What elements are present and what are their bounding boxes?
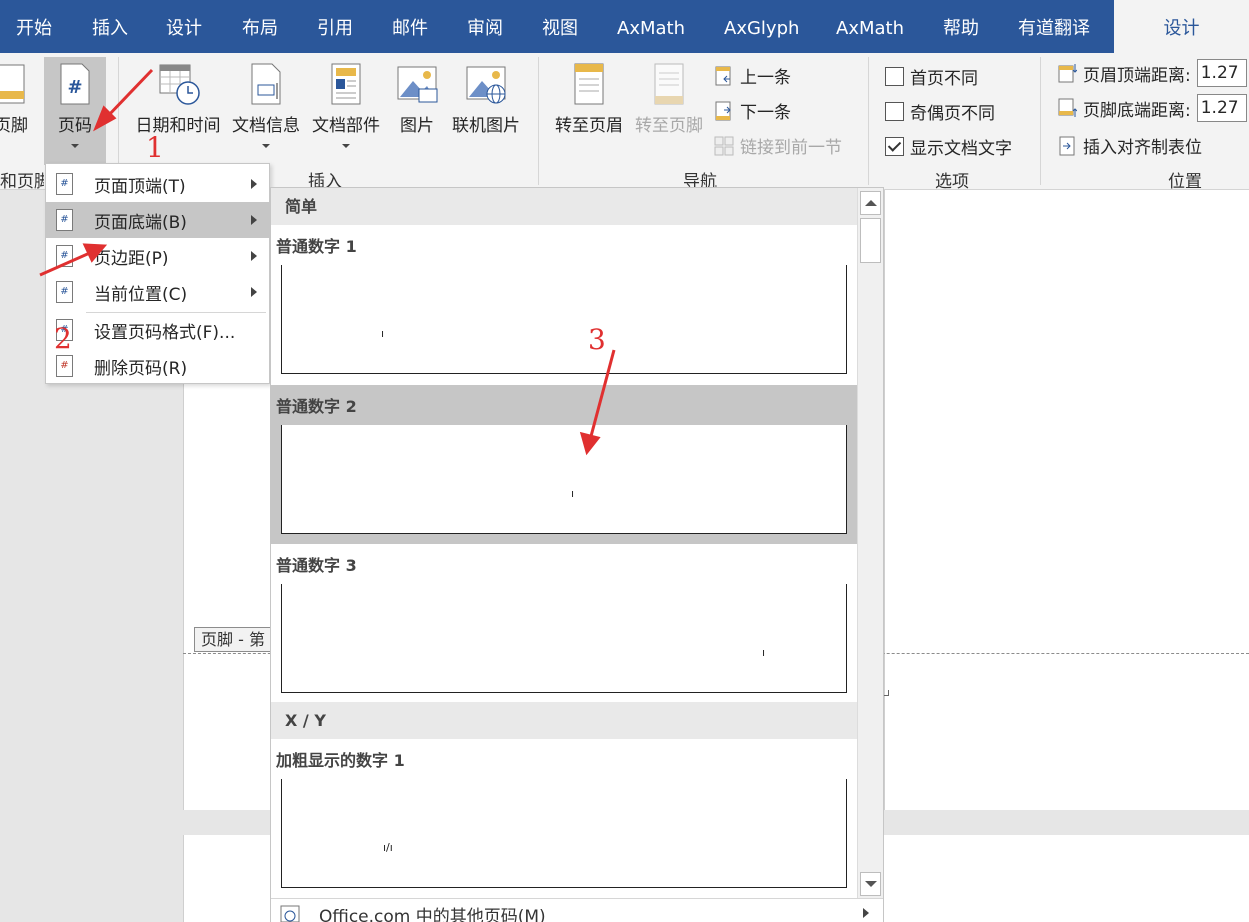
annotation-arrows [39,68,616,456]
arrow-2 [39,250,93,277]
arrow-head-2 [82,243,108,263]
arrow-3 [588,349,616,441]
arrow-head-3 [579,431,601,456]
arrow-1 [104,68,154,120]
